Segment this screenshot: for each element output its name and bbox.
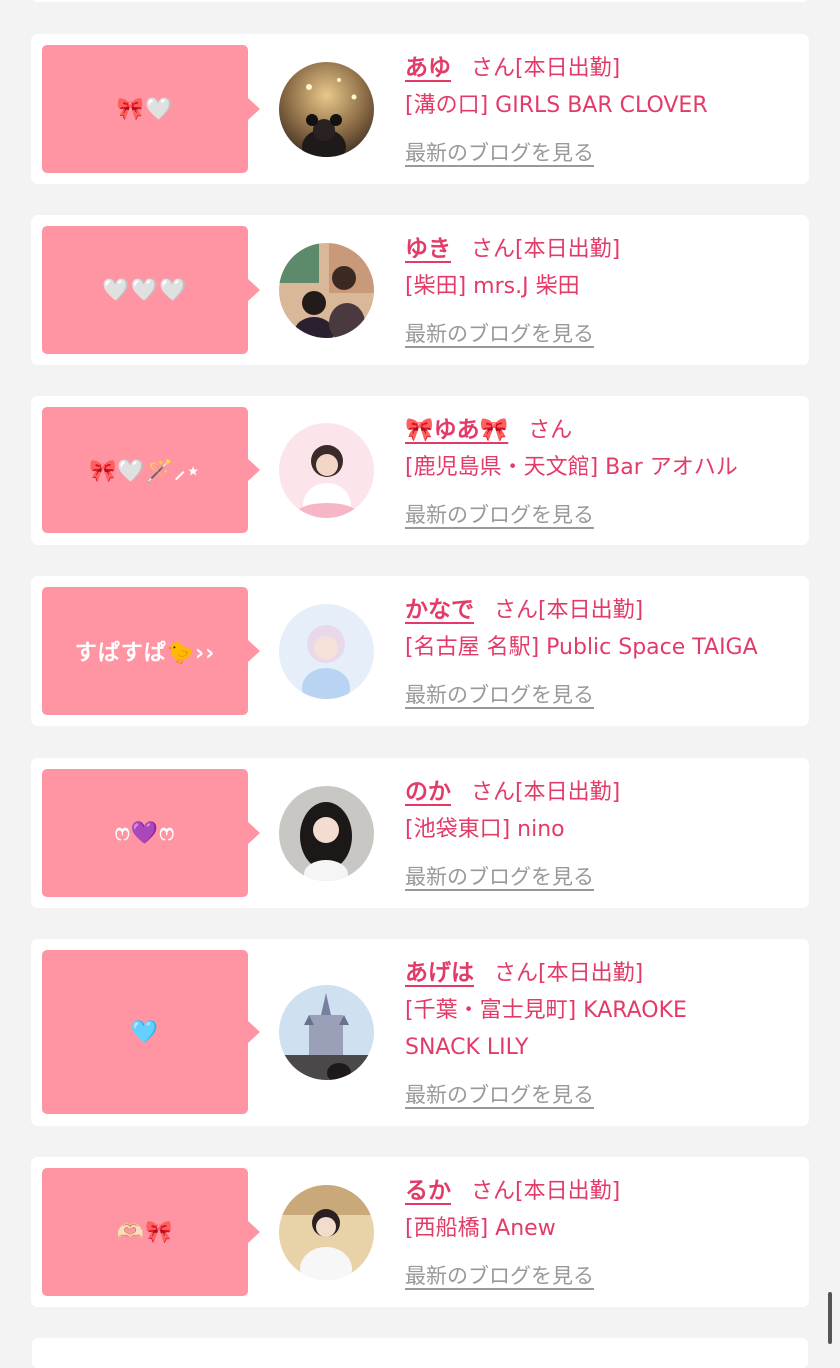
cast-card: 🤍🤍🤍 ゆき さん [本日出勤] [柴田] mrs.J 柴田 最新のブログを見る	[31, 215, 809, 365]
avatar[interactable]	[279, 62, 374, 157]
shop-name: [名古屋 名駅] Public Space TAIGA	[405, 635, 758, 660]
avatar[interactable]	[279, 985, 374, 1080]
honorific-label: さん	[471, 56, 516, 81]
honorific-label: さん	[471, 1179, 516, 1204]
latest-blog-link[interactable]: 最新のブログを見る	[405, 861, 594, 891]
next-card-edge	[32, 1338, 808, 1368]
comment-bubble: 🩵	[42, 950, 260, 1114]
comment-bubble: 🎀🤍🪄⸝⋆	[42, 407, 260, 533]
latest-blog-link[interactable]: 最新のブログを見る	[405, 1260, 594, 1290]
attendance-status: [本日出勤]	[515, 780, 621, 805]
cast-name-link[interactable]: ゆき	[405, 229, 451, 263]
attendance-status: [本日出勤]	[538, 598, 644, 623]
cast-card: すぱすぱ🐤›› かなで さん [本日出勤] [名古屋 名駅] Public Sp…	[31, 576, 809, 726]
comment-text: 🫶🏻🎀	[116, 1219, 174, 1245]
cast-name-link[interactable]: 🎀ゆあ🎀	[405, 410, 508, 444]
cast-card: ෆ💜ෆ のか さん [本日出勤] [池袋東口] nino 最新のブログを見る	[31, 758, 809, 908]
avatar[interactable]	[279, 786, 374, 881]
cast-name-link[interactable]: あゆ	[405, 48, 451, 82]
shop-name: [池袋東口] nino	[405, 817, 565, 842]
comment-bubble: 🫶🏻🎀	[42, 1168, 260, 1296]
comment-bubble: 🤍🤍🤍	[42, 226, 260, 354]
comment-text: 🎀🤍🪄⸝⋆	[89, 459, 201, 484]
honorific-label: さん	[471, 780, 516, 805]
honorific-label: さん	[494, 598, 539, 623]
cast-name-link[interactable]: かなで	[405, 590, 474, 624]
latest-blog-link[interactable]: 最新のブログを見る	[405, 679, 594, 709]
avatar[interactable]	[279, 243, 374, 338]
attendance-status: [本日出勤]	[515, 56, 621, 81]
latest-blog-link[interactable]: 最新のブログを見る	[405, 318, 594, 348]
cast-name-link[interactable]: るか	[405, 1171, 451, 1205]
shop-name: [鹿児島県・天文館] Bar アオハル	[405, 455, 738, 480]
comment-text: すぱすぱ🐤››	[74, 641, 216, 666]
honorific-label: さん	[494, 961, 539, 986]
comment-bubble: 🎀🤍	[42, 45, 260, 173]
latest-blog-link[interactable]: 最新のブログを見る	[405, 499, 594, 529]
attendance-status: [本日出勤]	[515, 237, 621, 262]
previous-card-edge	[32, 0, 808, 2]
cast-name-link[interactable]: あげは	[405, 953, 474, 987]
cast-card: 🎀🤍🪄⸝⋆ 🎀ゆあ🎀 さん [鹿児島県・天文館] Bar アオハル 最新のブログ…	[31, 396, 809, 545]
comment-text: ෆ💜ෆ	[114, 820, 176, 846]
shop-name: [溝の口] GIRLS BAR CLOVER	[405, 93, 708, 118]
avatar[interactable]	[279, 423, 374, 518]
attendance-status: [本日出勤]	[538, 961, 644, 986]
cast-card: 🩵 あげは さん [本日出勤] [千葉・富士見町] KARAOKE SNACK …	[31, 939, 809, 1126]
comment-bubble: ෆ💜ෆ	[42, 769, 260, 897]
honorific-label: さん	[471, 237, 516, 262]
cast-card: 🫶🏻🎀 るか さん [本日出勤] [西船橋] Anew 最新のブログを見る	[31, 1157, 809, 1307]
shop-name: [柴田] mrs.J 柴田	[405, 274, 580, 299]
shop-name: [千葉・富士見町] KARAOKE SNACK LILY	[405, 998, 687, 1060]
attendance-status: [本日出勤]	[515, 1179, 621, 1204]
avatar[interactable]	[279, 1185, 374, 1280]
honorific-label: さん	[528, 418, 573, 443]
cast-card: 🎀🤍 あゆ さん [本日出勤] [溝の口] GIRLS BAR CLOVER 最…	[31, 34, 809, 184]
scrollbar[interactable]	[828, 1292, 832, 1344]
comment-text: 🎀🤍	[116, 96, 174, 122]
shop-name: [西船橋] Anew	[405, 1216, 556, 1241]
cast-name-link[interactable]: のか	[405, 772, 451, 806]
comment-text: 🤍🤍🤍	[102, 277, 188, 303]
comment-bubble: すぱすぱ🐤››	[42, 587, 260, 715]
avatar[interactable]	[279, 604, 374, 699]
latest-blog-link[interactable]: 最新のブログを見る	[405, 137, 594, 167]
comment-text: 🩵	[130, 1019, 160, 1045]
latest-blog-link[interactable]: 最新のブログを見る	[405, 1079, 594, 1109]
